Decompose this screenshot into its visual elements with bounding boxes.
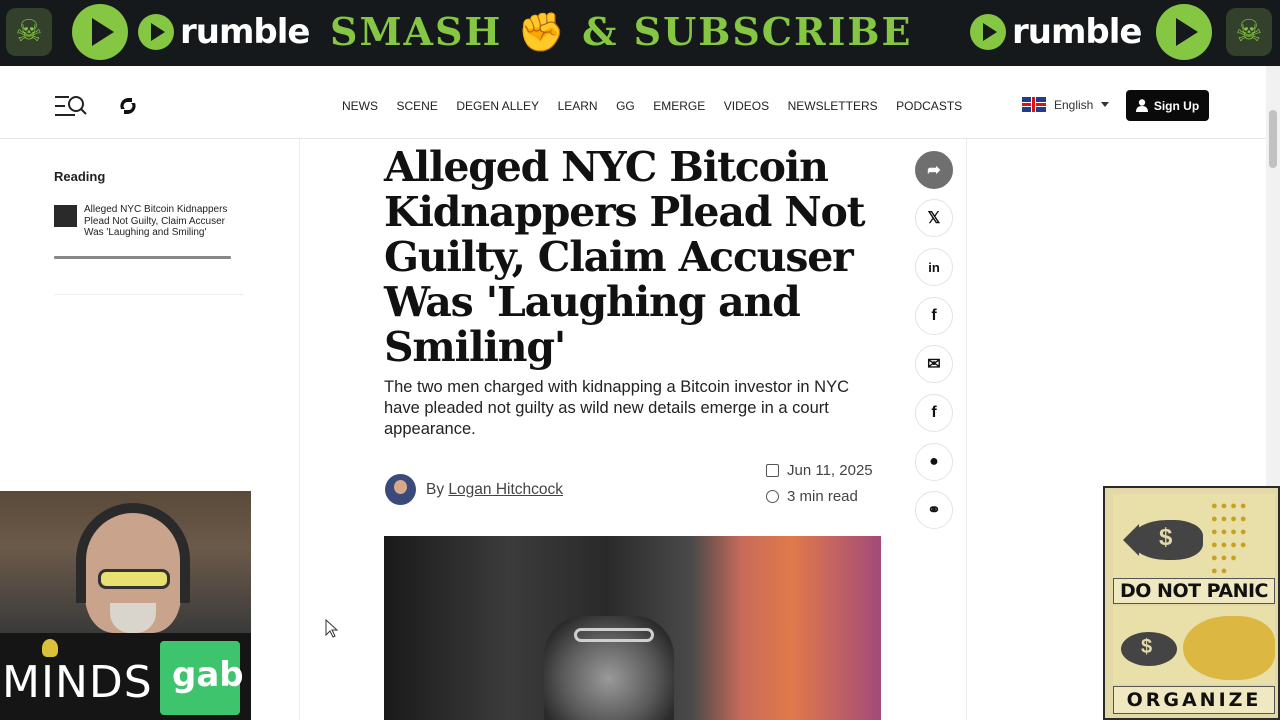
rumble-play-icon [72, 4, 128, 60]
reading-progress-bar [54, 256, 231, 259]
reading-separator [54, 294, 244, 295]
reddit-icon[interactable]: ● [915, 443, 953, 481]
sign-up-button[interactable]: Sign Up [1126, 90, 1209, 121]
author-avatar[interactable] [385, 474, 416, 505]
language-selector[interactable]: English [1022, 97, 1110, 112]
sign-up-label: Sign Up [1153, 98, 1200, 113]
nav-newsletters[interactable]: NEWSLETTERS [788, 99, 878, 113]
nav-videos[interactable]: VIDEOS [724, 99, 769, 113]
right-column-divider [966, 139, 967, 720]
date-text: Jun 11, 2025 [787, 462, 873, 479]
nav-degen-alley[interactable]: DEGEN ALLEY [456, 99, 539, 113]
play-icon [138, 14, 174, 50]
chevron-down-icon [1101, 102, 1110, 107]
lightbulb-icon [42, 639, 58, 657]
share-icon[interactable]: ➦ [915, 151, 953, 189]
menu-search-icon[interactable] [55, 94, 87, 118]
reading-thumbnail[interactable] [54, 205, 77, 227]
handcuffs [574, 628, 654, 642]
play-icon [970, 14, 1006, 50]
smash-subscribe-text: SMASH ✊ & SUBSCRIBE [330, 9, 913, 54]
nav-emerge[interactable]: EMERGE [653, 99, 705, 113]
nav-learn[interactable]: LEARN [558, 99, 598, 113]
publish-date: Jun 11, 2025 [766, 462, 873, 479]
rumble-banner: ☠ rumble SMASH ✊ & SUBSCRIBE rumble ☠ [0, 0, 1280, 66]
poster-top-label: DO NOT PANIC [1113, 578, 1275, 604]
nav-scene[interactable]: SCENE [397, 99, 438, 113]
flipboard-icon[interactable]: f [915, 297, 953, 335]
sunglasses [98, 569, 170, 589]
webcam-overlay [0, 491, 251, 633]
language-label: English [1054, 97, 1094, 112]
article-headline: Alleged NYC Bitcoin Kidnappers Plead Not… [384, 143, 866, 371]
poster-bottom-label: ORGANIZE [1113, 686, 1275, 714]
link-icon[interactable]: ⚭ [915, 491, 953, 529]
small-fish-swarm: ●●●● ●●●● ●●●● ●●●● ●●● ●● [1211, 500, 1250, 577]
facebook-icon[interactable]: f [915, 394, 953, 432]
calendar-icon [766, 464, 779, 477]
reading-article-link[interactable]: Alleged NYC Bitcoin Kidnappers Plead Not… [84, 204, 244, 239]
author-link[interactable]: Logan Hitchcock [448, 481, 563, 498]
nav-gg[interactable]: GG [616, 99, 635, 113]
byline: By Logan Hitchcock [426, 481, 563, 499]
dollar-sign: $ [1141, 636, 1153, 658]
left-column-divider [299, 139, 300, 720]
scroll-thumb[interactable] [1269, 110, 1277, 168]
read-time-text: 3 min read [787, 488, 858, 505]
gab-logo: gab [172, 655, 244, 695]
mouse-cursor-icon [325, 619, 338, 638]
uk-flag-icon [1022, 97, 1046, 112]
linkedin-icon[interactable]: in [915, 248, 953, 286]
poster-bottom-panel: $ [1113, 606, 1275, 684]
user-icon [1135, 99, 1148, 112]
nav-news[interactable]: NEWS [342, 99, 378, 113]
reading-heading: Reading [54, 169, 106, 184]
clock-icon [766, 490, 779, 503]
read-time: 3 min read [766, 488, 858, 505]
byline-prefix: By [426, 481, 445, 498]
rumble-logo: rumble [138, 6, 310, 58]
rumble-logo-right: rumble [970, 6, 1142, 58]
site-header: NEWS SCENE DEGEN ALLEY LEARN GG EMERGE V… [0, 66, 1266, 139]
article-subhead: The two men charged with kidnapping a Bi… [384, 378, 849, 438]
site-logo-icon[interactable] [117, 95, 139, 117]
x-icon[interactable]: 𝕏 [915, 199, 953, 237]
do-not-panic-poster: $ ●●●● ●●●● ●●●● ●●●● ●●● ●● DO NOT PANIC $ O… [1103, 486, 1280, 720]
rumble-play-icon [1156, 4, 1212, 60]
minds-logo: MINDS [2, 657, 153, 708]
minds-gab-logos: MINDS gab [0, 633, 251, 720]
skull-icon: ☠ [6, 8, 52, 56]
dollar-sign: $ [1159, 524, 1173, 551]
email-icon[interactable]: ✉ [915, 345, 953, 383]
nav-podcasts[interactable]: PODCASTS [896, 99, 962, 113]
poster-top-panel: $ ●●●● ●●●● ●●●● ●●●● ●●● ●● [1113, 494, 1275, 578]
article-hero-image [384, 536, 881, 720]
big-fish-school [1183, 616, 1275, 680]
main-nav: NEWS SCENE DEGEN ALLEY LEARN GG EMERGE V… [342, 99, 981, 113]
skull-icon: ☠ [1226, 8, 1272, 56]
